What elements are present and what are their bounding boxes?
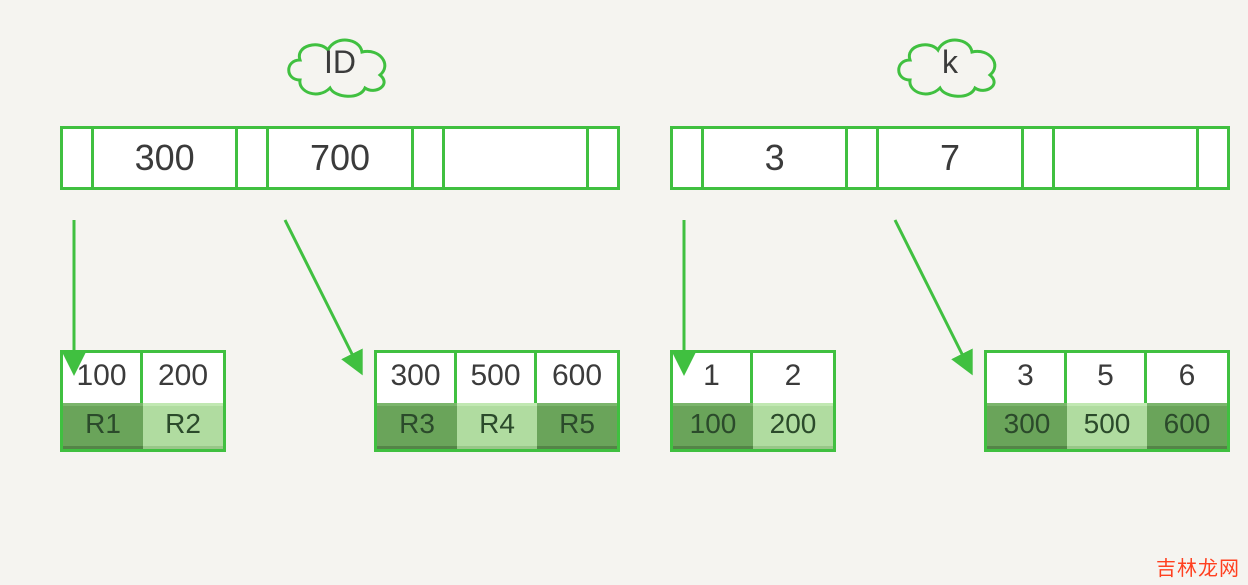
leaf-val: R4 [457,403,537,449]
leaf-val: 300 [987,403,1067,449]
leaf-val: 500 [1067,403,1147,449]
root-node-id: 300 700 [60,126,620,190]
root-ptr [1199,129,1227,187]
root-ptr [1024,129,1055,187]
root-key: 7 [879,129,1023,187]
leaf-val: R1 [63,403,143,449]
root-node-k: 3 7 [670,126,1230,190]
leaf-val: 200 [753,403,833,449]
root-key [445,129,589,187]
leaf-val: 100 [673,403,753,449]
watermark: 吉林龙网 [1156,552,1240,581]
root-ptr [63,129,94,187]
root-ptr [414,129,445,187]
root-ptr [673,129,704,187]
root-key [1055,129,1199,187]
leaf-val: R2 [143,403,223,449]
root-key: 3 [704,129,848,187]
root-ptr [589,129,617,187]
leaf-val: R3 [377,403,457,449]
leaf-val: R5 [537,403,617,449]
cloud-label-k: k [890,30,1010,98]
root-ptr [238,129,269,187]
leaf-val: 600 [1147,403,1227,449]
btree-id: ID 300 700 100 200 R1 R2 300 500 [60,30,620,452]
root-key: 300 [94,129,238,187]
pointer-arrows [670,220,1230,400]
cloud-label-text: ID [324,44,356,80]
root-key: 700 [269,129,413,187]
pointer-arrows [60,220,620,400]
cloud-label-text: k [942,44,958,80]
root-ptr [848,129,879,187]
cloud-label-id: ID [280,30,400,98]
btree-k: k 3 7 1 2 100 200 3 5 6 [670,30,1230,452]
